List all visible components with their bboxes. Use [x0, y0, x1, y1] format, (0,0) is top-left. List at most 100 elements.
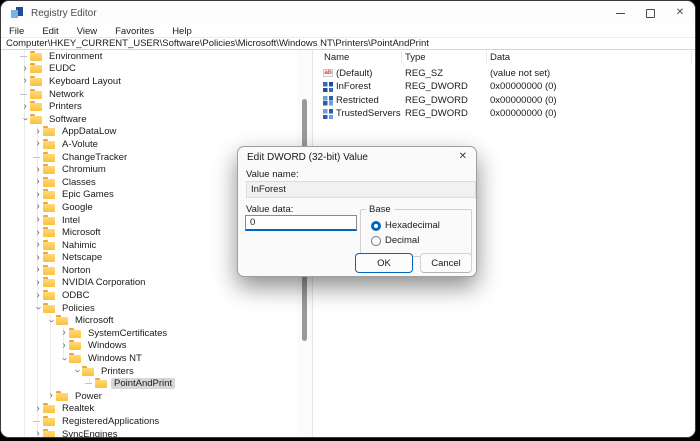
folder-icon	[69, 340, 81, 351]
column-separator[interactable]	[401, 51, 402, 63]
collapsed-chevron-icon[interactable]: ›	[33, 189, 43, 199]
menu-bar: File Edit View Favorites Help	[1, 25, 695, 37]
collapsed-chevron-icon[interactable]: ›	[33, 215, 43, 225]
collapsed-chevron-icon[interactable]: ›	[20, 63, 30, 73]
tree-item[interactable]: RegisteredApplications	[1, 415, 297, 428]
value-data-input[interactable]	[245, 215, 357, 231]
collapsed-chevron-icon[interactable]: ›	[33, 265, 43, 275]
tree-item[interactable]: Environment	[1, 50, 297, 63]
menu-edit[interactable]: Edit	[33, 26, 67, 37]
column-separator[interactable]	[691, 51, 692, 63]
tree-item-label: NVIDIA Corporation	[62, 277, 146, 289]
folder-icon	[43, 138, 55, 149]
tree-item-label: Microsoft	[75, 315, 114, 327]
minimize-button[interactable]	[605, 1, 635, 25]
tree-item[interactable]: › Printers	[1, 100, 297, 113]
tree-item[interactable]: › Policies	[1, 302, 297, 315]
title-bar: Registry Editor ✕	[1, 1, 695, 25]
tree-item-label: Intel	[62, 214, 80, 226]
tree-item[interactable]: Network	[1, 88, 297, 101]
collapsed-chevron-icon[interactable]: ›	[33, 277, 43, 287]
folder-icon	[30, 88, 42, 99]
tree-item-label: SystemCertificates	[88, 327, 168, 339]
collapsed-chevron-icon[interactable]: ›	[59, 328, 69, 338]
tree-item[interactable]: › ODBC	[1, 289, 297, 302]
value-row[interactable]: ab (Default) REG_SZ (value not set)	[313, 67, 695, 80]
column-header-data[interactable]: Data	[490, 52, 510, 63]
folder-icon	[43, 214, 55, 225]
radio-hexadecimal[interactable]: Hexadecimal	[371, 220, 440, 231]
expanded-chevron-icon[interactable]: ›	[59, 354, 70, 364]
tree-item[interactable]: › Printers	[1, 365, 297, 378]
folder-icon	[43, 151, 55, 162]
collapsed-chevron-icon[interactable]: ›	[33, 290, 43, 300]
tree-item[interactable]: › Realtek	[1, 403, 297, 416]
value-type-cell: REG_DWORD	[405, 108, 468, 120]
tree-item[interactable]: › Power	[1, 390, 297, 403]
column-header-name[interactable]: Name	[324, 52, 349, 63]
tree-item-label: Chromium	[62, 164, 106, 176]
radio-decimal[interactable]: Decimal	[371, 235, 419, 246]
ok-button[interactable]: OK	[355, 253, 413, 273]
tree-item[interactable]: › SystemCertificates	[1, 327, 297, 340]
tree-item[interactable]: › SyncEngines	[1, 428, 297, 437]
value-name-cell: InForest	[336, 81, 371, 93]
column-header-type[interactable]: Type	[405, 52, 426, 63]
menu-view[interactable]: View	[68, 26, 106, 37]
folder-icon	[69, 353, 81, 364]
collapsed-chevron-icon[interactable]: ›	[33, 177, 43, 187]
tree-item[interactable]: › AppDataLow	[1, 126, 297, 139]
tree-item[interactable]: › Windows NT	[1, 352, 297, 365]
folder-icon	[30, 113, 42, 124]
collapsed-chevron-icon[interactable]: ›	[33, 202, 43, 212]
tree-item[interactable]: › Microsoft	[1, 314, 297, 327]
close-button[interactable]: ✕	[665, 1, 695, 25]
folder-icon	[56, 315, 68, 326]
menu-file[interactable]: File	[1, 26, 33, 37]
collapsed-chevron-icon[interactable]: ›	[33, 126, 43, 136]
dialog-close-icon[interactable]: ✕	[459, 151, 467, 162]
expanded-chevron-icon[interactable]: ›	[72, 366, 83, 376]
maximize-button[interactable]	[635, 1, 665, 25]
collapsed-chevron-icon[interactable]: ›	[33, 429, 43, 437]
folder-icon	[43, 403, 55, 414]
collapsed-chevron-icon[interactable]: ›	[46, 391, 56, 401]
collapsed-chevron-icon[interactable]: ›	[59, 340, 69, 350]
value-row[interactable]: Restricted REG_DWORD 0x00000000 (0)	[313, 94, 695, 107]
value-row[interactable]: InForest REG_DWORD 0x00000000 (0)	[313, 80, 695, 93]
tree-item[interactable]: PointAndPrint	[1, 377, 297, 390]
value-type-cell: REG_DWORD	[405, 94, 468, 106]
tree-item[interactable]: › Windows	[1, 340, 297, 353]
collapsed-chevron-icon[interactable]: ›	[33, 403, 43, 413]
collapsed-chevron-icon[interactable]: ›	[20, 101, 30, 111]
collapsed-chevron-icon[interactable]: ›	[20, 76, 30, 86]
collapsed-chevron-icon[interactable]: ›	[33, 227, 43, 237]
tree-item[interactable]: › Software	[1, 113, 297, 126]
expanded-chevron-icon[interactable]: ›	[33, 303, 44, 313]
collapsed-chevron-icon[interactable]: ›	[33, 139, 43, 149]
folder-icon	[43, 302, 55, 313]
folder-icon	[95, 378, 107, 389]
edit-dword-dialog: Edit DWORD (32-bit) Value ✕ Value name: …	[237, 146, 477, 277]
column-separator[interactable]	[486, 51, 487, 63]
radio-decimal-label: Decimal	[385, 235, 420, 246]
menu-help[interactable]: Help	[163, 26, 201, 37]
tree-item-label: Power	[75, 390, 102, 402]
collapsed-chevron-icon[interactable]: ›	[33, 164, 43, 174]
value-row[interactable]: TrustedServers REG_DWORD 0x00000000 (0)	[313, 107, 695, 120]
values-rows: ab (Default) REG_SZ (value not set) InForest…	[313, 67, 695, 121]
tree-item[interactable]: › NVIDIA Corporation	[1, 277, 297, 290]
cancel-button[interactable]: Cancel	[420, 253, 472, 273]
tree-item[interactable]: › Keyboard Layout	[1, 75, 297, 88]
collapsed-chevron-icon[interactable]: ›	[33, 252, 43, 262]
expanded-chevron-icon[interactable]: ›	[20, 114, 31, 124]
value-data-cell: 0x00000000 (0)	[490, 108, 557, 120]
tree-item[interactable]: › EUDC	[1, 63, 297, 76]
menu-favorites[interactable]: Favorites	[106, 26, 163, 37]
collapsed-chevron-icon[interactable]: ›	[33, 240, 43, 250]
expanded-chevron-icon[interactable]: ›	[46, 316, 57, 326]
tree-connector-line	[20, 55, 27, 57]
value-data-cell: 0x00000000 (0)	[490, 94, 557, 106]
address-input[interactable]	[1, 38, 695, 49]
folder-icon	[43, 227, 55, 238]
